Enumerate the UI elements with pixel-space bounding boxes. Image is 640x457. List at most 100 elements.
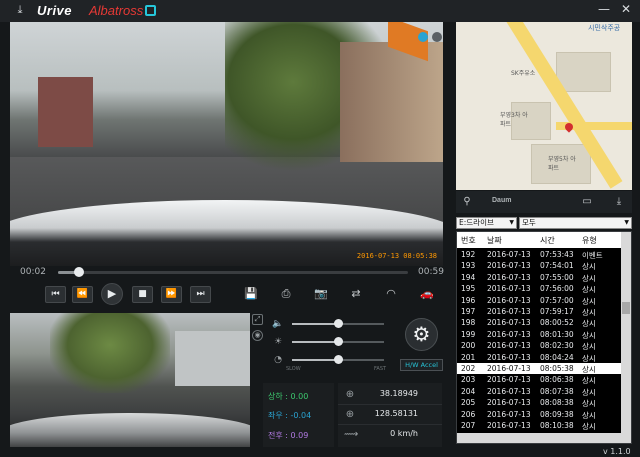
- map-footer: ⚲ Daum ▭ ⤓: [456, 191, 632, 213]
- table-row[interactable]: 204 2016-07-13 08:07:38 상시: [457, 386, 622, 397]
- table-row[interactable]: 205 2016-07-13 08:08:38 상시: [457, 397, 622, 408]
- settings-gear-button[interactable]: ⚙: [405, 318, 438, 351]
- zoom-icon[interactable]: [418, 32, 428, 42]
- skip-start-button[interactable]: ⏮: [45, 286, 66, 303]
- gps-speed: 0 km/h: [390, 429, 418, 438]
- row-no: 195: [461, 284, 476, 294]
- fullscreen-icon[interactable]: [432, 32, 442, 42]
- table-row[interactable]: 201 2016-07-13 08:04:24 상시: [457, 352, 622, 363]
- stop-button[interactable]: ■: [132, 286, 153, 303]
- row-no: 204: [461, 386, 476, 396]
- app-window: ⤓ Urive Albatross — ✕ 2016-07-13 08:05:3…: [0, 0, 640, 457]
- car-icon[interactable]: 🚗: [419, 287, 435, 301]
- list-scroll-thumb[interactable]: [622, 302, 630, 314]
- speedometer-icon[interactable]: ◠: [383, 287, 399, 301]
- rear-option-icon[interactable]: ◉: [252, 330, 263, 341]
- camera-icon[interactable]: 📷: [313, 287, 329, 301]
- brightness-fill: [292, 341, 338, 343]
- car-map-icon[interactable]: ▭: [580, 195, 594, 209]
- map-label-apt3: 부영3차 아파트: [500, 112, 528, 128]
- header-type[interactable]: 유형: [582, 235, 597, 246]
- front-camera-video[interactable]: 2016-07-13 08:05:38: [10, 22, 443, 266]
- speed-fill: [292, 359, 338, 361]
- header-time[interactable]: 시간: [540, 235, 555, 246]
- map-label-apt5: 부영5차 아파트: [548, 156, 576, 172]
- save-icon[interactable]: 💾: [243, 287, 259, 301]
- brightness-knob[interactable]: [334, 337, 343, 346]
- row-type: 상시: [582, 353, 596, 363]
- skip-end-button[interactable]: ⏭: [190, 286, 211, 303]
- row-no: 207: [461, 421, 476, 430]
- volume-knob[interactable]: [334, 319, 343, 328]
- speaker-icon: 🔈: [272, 319, 284, 329]
- row-no: 201: [461, 352, 476, 362]
- hw-accel-button[interactable]: H/W Accel: [400, 359, 443, 371]
- table-row[interactable]: 200 2016-07-13 08:02:30 상시: [457, 340, 622, 351]
- volume-slider[interactable]: 🔈: [272, 318, 387, 330]
- close-button[interactable]: ✕: [617, 2, 635, 18]
- row-time: 08:07:38: [540, 386, 574, 396]
- row-type: 상시: [582, 365, 596, 374]
- map-view[interactable]: 시민삭주공 SK주유소 부영3차 아파트 부영5차 아파트: [456, 22, 632, 190]
- swap-icon[interactable]: ⇄: [348, 287, 364, 301]
- table-row[interactable]: 194 2016-07-13 07:55:00 상시: [457, 272, 622, 283]
- table-row[interactable]: 192 2016-07-13 07:53:43 이벤트: [457, 249, 622, 260]
- row-date: 2016-07-13: [487, 318, 531, 328]
- speed-slider[interactable]: ◔: [272, 354, 387, 366]
- header-no[interactable]: 번호: [461, 235, 476, 246]
- row-time: 07:57:00: [540, 295, 574, 305]
- row-no: 206: [461, 409, 476, 419]
- seek-bar[interactable]: [58, 267, 408, 277]
- table-row[interactable]: 197 2016-07-13 07:59:17 상시: [457, 306, 622, 317]
- row-no: 199: [461, 329, 476, 339]
- row-date: 2016-07-13: [487, 352, 531, 362]
- row-time: 07:54:01: [540, 261, 574, 271]
- row-no: 193: [461, 261, 476, 271]
- drive-select[interactable]: E:드라이브 ▼: [456, 217, 517, 229]
- fast-label: FAST: [374, 366, 387, 372]
- gps-latitude: 38.18949: [379, 389, 418, 398]
- table-row[interactable]: 195 2016-07-13 07:56:00 상시: [457, 283, 622, 294]
- file-list[interactable]: 번호 날짜 시간 유형 192 2016-07-13 07:53:43 이벤트 193 2…: [456, 231, 632, 444]
- map-pin-icon[interactable]: ⚲: [460, 195, 474, 209]
- row-type: 상시: [582, 410, 596, 420]
- seek-handle[interactable]: [74, 267, 84, 277]
- rewind-button[interactable]: ⏪: [72, 286, 93, 303]
- row-date: 2016-07-13: [487, 307, 531, 316]
- table-row[interactable]: 202 2016-07-13 08:05:38 상시: [457, 363, 622, 375]
- table-row[interactable]: 193 2016-07-13 07:54:01 상시: [457, 260, 622, 271]
- gsensor-vertical: 상하 : 0.00: [268, 392, 309, 401]
- list-hscrollbar[interactable]: [457, 433, 622, 443]
- sun-icon: ☀: [273, 337, 283, 347]
- map-block: [556, 52, 611, 92]
- chevron-down-icon: ▼: [624, 219, 629, 226]
- rear-camera-video[interactable]: [10, 313, 250, 447]
- row-date: 2016-07-13: [487, 329, 531, 339]
- map-download-icon[interactable]: ⤓: [612, 195, 626, 209]
- list-scrollbar[interactable]: [621, 232, 631, 443]
- map-provider-logo: Daum: [492, 197, 512, 204]
- table-row[interactable]: 206 2016-07-13 08:09:38 상시: [457, 409, 622, 420]
- gps-longitude: 128.58131: [374, 409, 418, 418]
- play-button[interactable]: ▶: [101, 283, 123, 305]
- table-row[interactable]: 207 2016-07-13 08:10:38 상시: [457, 420, 622, 431]
- brightness-slider[interactable]: ☀: [272, 336, 387, 348]
- row-no: 198: [461, 318, 476, 328]
- row-no: 200: [461, 341, 476, 351]
- row-date: 2016-07-13: [487, 295, 531, 305]
- table-row[interactable]: 203 2016-07-13 08:06:38 상시: [457, 374, 622, 385]
- filter-select[interactable]: 모두 ▼: [519, 217, 632, 229]
- row-time: 08:09:38: [540, 409, 574, 419]
- table-row[interactable]: 196 2016-07-13 07:57:00 상시: [457, 295, 622, 306]
- header-date[interactable]: 날짜: [487, 235, 502, 246]
- minimize-button[interactable]: —: [595, 2, 613, 18]
- row-time: 08:01:30: [540, 329, 574, 339]
- table-row[interactable]: 198 2016-07-13 08:00:52 상시: [457, 317, 622, 328]
- download-icon[interactable]: ⤓: [12, 3, 28, 17]
- table-row[interactable]: 199 2016-07-13 08:01:30 상시: [457, 329, 622, 340]
- rear-fullscreen-icon[interactable]: ⤢: [252, 314, 263, 325]
- slow-label: SLOW: [286, 366, 301, 372]
- print-icon[interactable]: ⎙: [278, 287, 294, 301]
- speed-knob[interactable]: [334, 355, 343, 364]
- fast-forward-button[interactable]: ⏩: [161, 286, 182, 303]
